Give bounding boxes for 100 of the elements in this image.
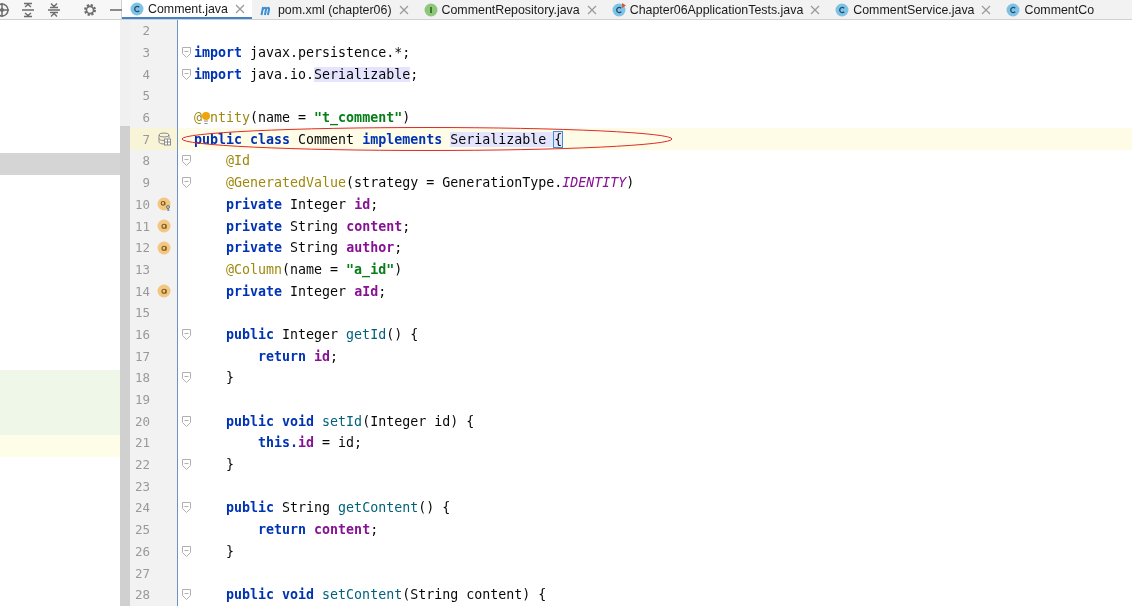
- code-token: String: [290, 240, 340, 256]
- field-icon[interactable]: [156, 240, 171, 255]
- bulb-icon[interactable]: [202, 110, 210, 125]
- line-number: 10: [133, 196, 150, 212]
- code-token: implements: [362, 131, 444, 147]
- code-token: () {: [418, 500, 451, 516]
- editor-tab[interactable]: CommentRepository.java: [415, 0, 604, 19]
- fold-icon[interactable]: [181, 459, 191, 471]
- fold-icon[interactable]: [181, 47, 191, 59]
- code-token: import: [194, 45, 244, 61]
- scrollbar[interactable]: [120, 20, 130, 606]
- code-token: id: [298, 435, 315, 451]
- line-number: 2: [141, 23, 150, 39]
- fold-icon[interactable]: [181, 502, 191, 514]
- line-number: 4: [141, 66, 150, 82]
- code-token: return: [257, 348, 308, 364]
- code-token: Integer: [282, 326, 340, 342]
- code-token: private: [225, 218, 284, 234]
- code-token: @Id: [225, 153, 251, 169]
- code-token: author: [346, 240, 395, 256]
- line-number: 21: [133, 435, 150, 451]
- test-class-icon: [611, 2, 626, 17]
- code-token: @Column: [225, 261, 283, 277]
- class-icon: [1006, 2, 1021, 17]
- fold-icon[interactable]: [181, 545, 191, 557]
- code-token: public void: [225, 587, 316, 603]
- line-number: 7: [141, 131, 150, 147]
- close-icon[interactable]: [981, 4, 992, 15]
- line-number: 19: [133, 392, 150, 408]
- class-icon: [130, 1, 144, 16]
- code-token: Serializable: [314, 66, 411, 82]
- line-number: 9: [141, 175, 150, 191]
- line-number: 17: [133, 348, 150, 364]
- line-number: 13: [133, 261, 150, 277]
- close-icon[interactable]: [586, 4, 597, 15]
- code-token: Serializable: [450, 131, 555, 147]
- expand-all-icon[interactable]: [20, 1, 36, 18]
- field-icon[interactable]: [156, 284, 171, 299]
- fold-icon[interactable]: [181, 372, 191, 384]
- collapse-all-icon[interactable]: [46, 1, 62, 18]
- code-token: ): [394, 261, 403, 277]
- fold-icon[interactable]: [181, 177, 191, 189]
- line-number: 20: [133, 413, 150, 429]
- code-token: aId: [354, 283, 379, 299]
- code-token: (String content) {: [402, 587, 547, 603]
- code-token: setContent: [322, 587, 403, 603]
- line-number: 22: [133, 457, 150, 473]
- line-number: 25: [133, 522, 150, 538]
- fold-icon[interactable]: [181, 328, 191, 340]
- fold-icon[interactable]: [181, 68, 191, 80]
- code-token: public: [225, 326, 276, 342]
- editor-tab[interactable]: CommentService.java: [827, 0, 999, 19]
- code-token: private: [225, 240, 284, 256]
- line-number: 11: [133, 218, 150, 234]
- field-key-icon[interactable]: [156, 197, 171, 212]
- close-icon[interactable]: [398, 4, 409, 15]
- code-token: "t_comment": [314, 110, 403, 126]
- code-token: id: [354, 196, 371, 212]
- field-icon[interactable]: [156, 219, 171, 234]
- settings-icon[interactable]: [82, 1, 98, 18]
- code-token: (Integer id) {: [362, 413, 475, 429]
- code-token: String: [282, 500, 332, 516]
- code-token: ;: [378, 283, 387, 299]
- code-token: IDENTITY: [562, 175, 627, 191]
- code-token: java.io.: [250, 66, 315, 82]
- code-token: ;: [394, 240, 403, 256]
- fold-icon[interactable]: [181, 415, 191, 427]
- line-number: 26: [133, 543, 150, 559]
- code-token: public: [225, 500, 276, 516]
- code-token: public void: [225, 413, 316, 429]
- line-number: 5: [141, 88, 150, 104]
- line-number: 18: [133, 370, 150, 386]
- code-token: content: [346, 218, 403, 234]
- code-token: () {: [386, 326, 419, 342]
- code-token: private: [225, 196, 284, 212]
- code-token: ): [402, 110, 411, 126]
- line-number: 27: [133, 565, 150, 581]
- code-token: ntity: [210, 110, 251, 126]
- code-token: (strategy = GenerationType.: [346, 175, 563, 191]
- code-token: ;: [402, 218, 411, 234]
- fold-icon[interactable]: [181, 589, 191, 601]
- code-token: content: [314, 522, 371, 538]
- editor-tab[interactable]: CommentCo: [998, 0, 1102, 19]
- code-token: "a_id": [346, 261, 395, 277]
- table-icon[interactable]: [156, 132, 171, 147]
- fold-icon[interactable]: [181, 155, 191, 167]
- editor-tab[interactable]: pom.xml (chapter06): [251, 0, 416, 19]
- line-number: 6: [141, 110, 150, 126]
- editor-tab[interactable]: Chapter06ApplicationTests.java: [603, 0, 828, 19]
- code-token: this.: [257, 435, 299, 451]
- code-token: @GeneratedValue: [225, 175, 347, 191]
- code-token: import: [194, 66, 244, 82]
- code-token: (name =: [282, 261, 340, 277]
- close-icon[interactable]: [234, 3, 245, 14]
- line-number: 12: [133, 240, 150, 256]
- editor-tab[interactable]: Comment.java: [122, 0, 252, 19]
- line-number: 23: [133, 478, 150, 494]
- code-token: getId: [346, 326, 387, 342]
- close-icon[interactable]: [810, 4, 821, 15]
- code-token: ;: [370, 196, 379, 212]
